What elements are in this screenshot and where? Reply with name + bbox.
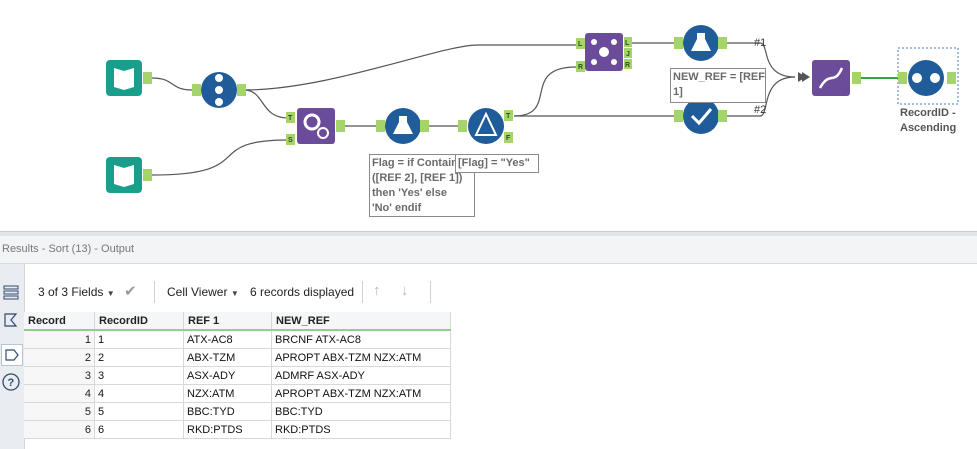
sort-annotation: RecordID - Ascending xyxy=(900,107,957,134)
table-cell[interactable]: ATX-AC8 xyxy=(183,329,272,349)
fields-selector[interactable]: 3 of 3 Fields ▼ xyxy=(38,285,115,299)
table-cell[interactable]: RKD:PTDS xyxy=(271,420,451,439)
filter-annotation: [Flag] = "Yes" xyxy=(455,154,539,173)
select-tool xyxy=(674,98,727,134)
record-number-cell[interactable]: 2 xyxy=(24,348,95,367)
connection-recordid-join xyxy=(243,89,289,119)
column-header[interactable]: Record xyxy=(24,312,95,331)
record-number-cell[interactable]: 1 xyxy=(24,329,95,349)
connection-input1-recordid xyxy=(151,77,193,91)
arrow-up-icon[interactable]: ↑ xyxy=(373,282,381,299)
table-header-row: Record RecordID REF 1 NEW_REF xyxy=(24,312,451,331)
anchor-ro-label: R xyxy=(625,62,630,69)
input-data-tool-1 xyxy=(106,60,152,96)
table-cell[interactable]: 2 xyxy=(94,348,184,367)
table-cell[interactable]: ASX-ADY xyxy=(183,366,272,385)
formula-tool-2 xyxy=(674,25,727,61)
table-cell[interactable]: NZX:ATM xyxy=(183,384,272,403)
record-number-cell[interactable]: 3 xyxy=(24,366,95,385)
sort-tool xyxy=(898,60,956,96)
record-number-cell[interactable]: 6 xyxy=(24,420,95,439)
results-left-rail: ? xyxy=(0,264,25,449)
column-header[interactable]: RecordID xyxy=(94,312,184,331)
table-row[interactable]: 2 2 ABX-TZM APROPT ABX-TZM NZX:ATM xyxy=(24,348,451,367)
anchor-r-label: R xyxy=(578,64,583,71)
table-cell[interactable]: ABX-TZM xyxy=(183,348,272,367)
help-icon[interactable]: ? xyxy=(1,372,21,392)
results-toolbar: 3 of 3 Fields ▼ ✔ Cell Viewer ▼ 6 record… xyxy=(24,274,977,310)
join-tool xyxy=(576,33,632,72)
column-header[interactable]: REF 1 xyxy=(183,312,272,331)
results-header: Results - Sort (13) - Output xyxy=(0,236,977,264)
table-cell[interactable]: BRCNF ATX-AC8 xyxy=(271,329,451,349)
anchor-t-label: T xyxy=(288,115,293,122)
table-cell[interactable]: APROPT ABX-TZM NZX:ATM xyxy=(271,348,451,367)
results-table: Record RecordID REF 1 NEW_REF 1 1 ATX-AC8 B… xyxy=(24,312,451,439)
sigma-icon[interactable] xyxy=(1,310,21,330)
record-number-cell[interactable]: 5 xyxy=(24,402,95,421)
connection-recordid-joinmulti xyxy=(243,44,576,91)
table-cell[interactable]: 3 xyxy=(94,366,184,385)
workflow-connections: T S T F L R L J R xyxy=(106,25,959,193)
table-cell[interactable]: BBC:TYD xyxy=(271,402,451,421)
cell-viewer-dropdown[interactable]: Cell Viewer ▼ xyxy=(167,285,239,299)
table-row[interactable]: 6 6 RKD:PTDS RKD:PTDS xyxy=(24,420,451,439)
list-view-icon[interactable] xyxy=(1,282,21,302)
table-cell[interactable]: 5 xyxy=(94,402,184,421)
table-cell[interactable]: APROPT ABX-TZM NZX:ATM xyxy=(271,384,451,403)
table-row[interactable]: 5 5 BBC:TYD BBC:TYD xyxy=(24,402,451,421)
results-title: Results - Sort (13) - Output xyxy=(2,243,135,255)
record-number-cell[interactable]: 4 xyxy=(24,384,95,403)
formula-tool-1 xyxy=(376,108,429,144)
column-header[interactable]: NEW_REF xyxy=(271,312,451,331)
table-row[interactable]: 4 4 NZX:ATM APROPT ABX-TZM NZX:ATM xyxy=(24,384,451,403)
table-row[interactable]: 1 1 ATX-AC8 BRCNF ATX-AC8 xyxy=(24,329,451,349)
workflow-canvas[interactable]: T S T F L R L J R Flag = if Contains ([R… xyxy=(0,0,977,231)
connection-label-1: #1 xyxy=(754,37,767,49)
checkmark-icon[interactable]: ✔ xyxy=(124,282,137,300)
input-data-tool-2 xyxy=(106,157,152,193)
table-cell[interactable]: 4 xyxy=(94,384,184,403)
anchor-t2-label: T xyxy=(506,113,511,120)
connection-input2-join xyxy=(151,139,289,176)
anchor-j-label: J xyxy=(626,51,630,58)
connection-filter-join2 xyxy=(513,66,577,117)
table-cell[interactable]: BBC:TYD xyxy=(183,402,272,421)
anchor-lo-label: L xyxy=(625,40,630,47)
formula2-annotation: NEW_REF = [REF 1] xyxy=(670,68,766,103)
anchor-s-label: S xyxy=(288,137,293,144)
union-tool xyxy=(798,60,861,96)
arrow-down-icon[interactable]: ↓ xyxy=(401,282,409,299)
anchor-l-label: L xyxy=(578,41,583,48)
filter-tool xyxy=(458,108,513,144)
record-id-tool xyxy=(192,72,246,108)
table-cell[interactable]: RKD:PTDS xyxy=(183,420,272,439)
chevron-down-icon: ▼ xyxy=(230,289,239,298)
connection-label-2: #2 xyxy=(754,104,767,116)
tag-icon[interactable] xyxy=(1,344,23,366)
records-count: 6 records displayed xyxy=(250,285,355,299)
find-replace-tool xyxy=(286,108,345,145)
table-cell[interactable]: 6 xyxy=(94,420,184,439)
svg-text:?: ? xyxy=(8,377,15,389)
table-row[interactable]: 3 3 ASX-ADY ADMRF ASX-ADY xyxy=(24,366,451,385)
table-cell[interactable]: ADMRF ASX-ADY xyxy=(271,366,451,385)
anchor-f-label: F xyxy=(506,135,511,142)
chevron-down-icon: ▼ xyxy=(106,289,115,298)
table-cell[interactable]: 1 xyxy=(94,329,184,349)
